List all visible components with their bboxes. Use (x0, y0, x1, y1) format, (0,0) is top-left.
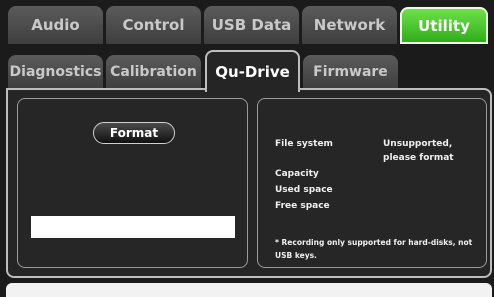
used-space-label: Used space (275, 185, 333, 195)
tab-network[interactable]: Network (302, 6, 397, 44)
tab-audio[interactable]: Audio (8, 6, 103, 44)
free-space-label: Free space (275, 201, 330, 211)
qu-drive-screen: Audio Control USB Data Network Utility D… (0, 0, 494, 297)
tab-firmware[interactable]: Firmware (303, 55, 398, 89)
tab-calibration[interactable]: Calibration (106, 55, 201, 89)
bottom-bar (6, 283, 492, 297)
recording-note: * Recording only supported for hard-disk… (275, 238, 473, 247)
tab-usb-data[interactable]: USB Data (204, 6, 299, 44)
file-system-value: Unsupported, (383, 139, 453, 149)
format-progress-bar (31, 216, 235, 238)
file-system-label: File system (275, 139, 333, 149)
tab-qu-drive[interactable]: Qu-Drive (205, 50, 300, 92)
format-button[interactable]: Format (93, 122, 175, 144)
tab-diagnostics[interactable]: Diagnostics (8, 55, 103, 89)
tab-control[interactable]: Control (106, 6, 201, 44)
recording-note-line2: USB keys. (275, 251, 317, 260)
file-system-value-line2: please format (383, 153, 454, 163)
capacity-label: Capacity (275, 169, 319, 179)
tab-utility[interactable]: Utility (400, 7, 488, 44)
